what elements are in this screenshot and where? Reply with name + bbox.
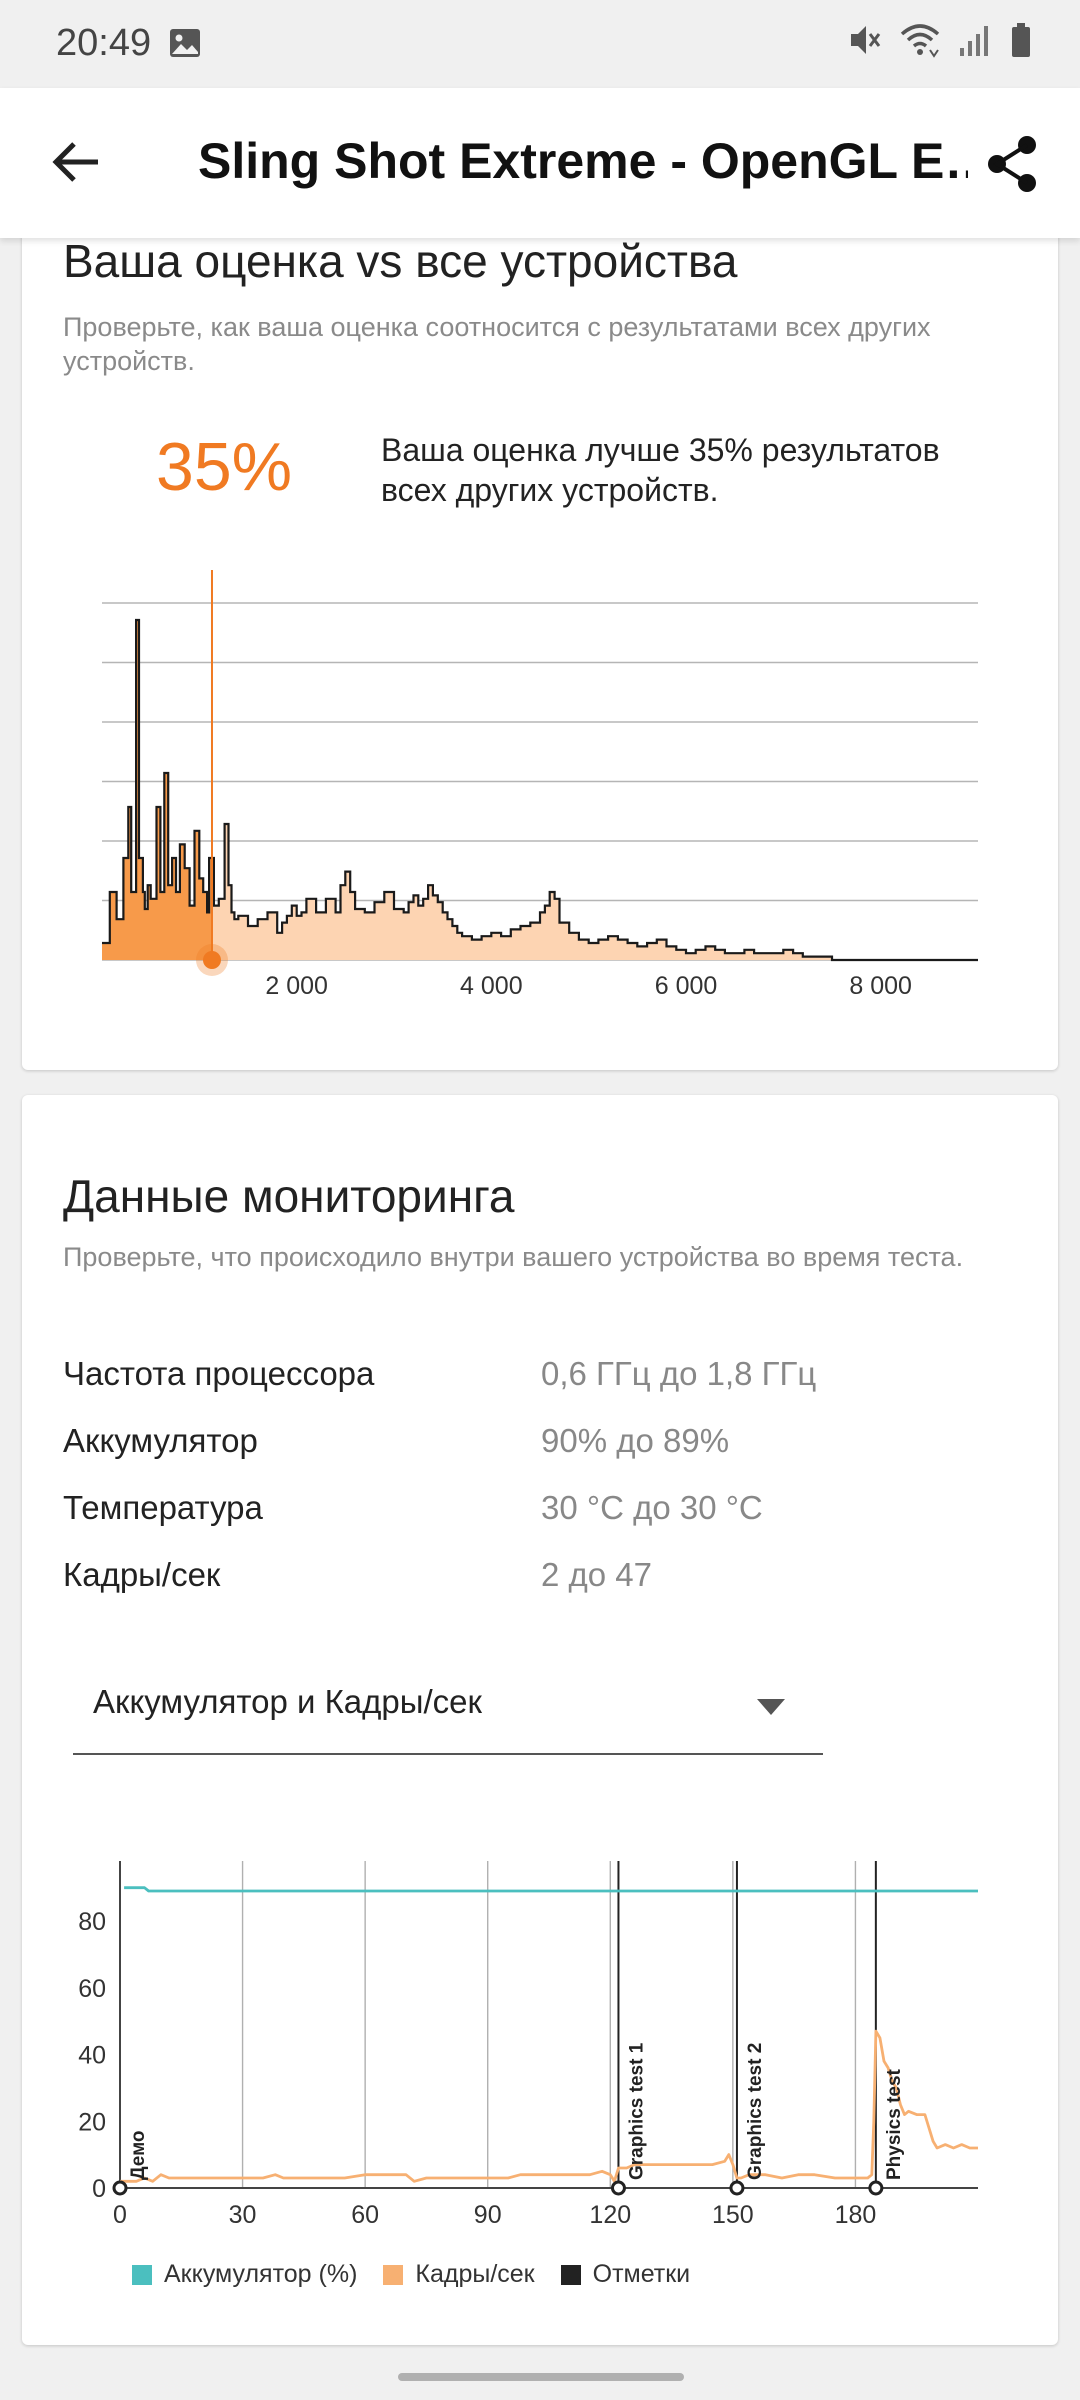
x-tick-label: 2 000 <box>265 972 328 1000</box>
monitor-row-temperature: Температура 30 °C до 30 °C <box>63 1489 1023 1539</box>
x-tick-label: 8 000 <box>849 972 912 1000</box>
x-tick-label: 0 <box>113 2201 127 2229</box>
back-button[interactable] <box>46 132 106 192</box>
status-bar: 20:49 <box>0 0 1080 88</box>
monitoring-chart: Демо Graphics test 1 Graphics test 2 Physic… <box>78 1861 978 2229</box>
battery-icon <box>1010 22 1032 63</box>
y-tick-label: 80 <box>78 1908 106 1936</box>
x-tick-label: 60 <box>351 2201 379 2229</box>
monitor-value: 0,6 ГГц до 1,8 ГГц <box>541 1355 817 1392</box>
percentile-value: 35% <box>156 429 293 505</box>
distribution-area-below-score <box>102 620 212 960</box>
mute-icon <box>848 22 882 63</box>
y-tick-label: 40 <box>78 2042 106 2070</box>
distribution-area-others <box>211 824 978 960</box>
monitor-label: Аккумулятор <box>63 1422 258 1459</box>
x-tick-label: 90 <box>474 2201 502 2229</box>
monitor-row-fps: Кадры/сек 2 до 47 <box>63 1556 1023 1606</box>
monitor-value: 90% до 89% <box>541 1422 730 1459</box>
page-title: Sling Shot Extreme - OpenGL E… <box>198 133 968 189</box>
x-tick-label: 30 <box>229 2201 257 2229</box>
y-tick-label: 20 <box>78 2108 106 2136</box>
share-icon <box>988 136 1036 192</box>
monitor-label: Температура <box>63 1489 263 1526</box>
status-time: 20:49 <box>56 22 152 64</box>
y-tick-label: 60 <box>78 1975 106 2003</box>
x-tick-label: 180 <box>835 2201 877 2229</box>
monitor-value: 2 до 47 <box>541 1556 653 1593</box>
legend-swatch <box>132 2264 152 2285</box>
monitoring-title: Данные мониторинга <box>63 1170 515 1222</box>
signal-icon <box>958 22 992 63</box>
monitor-label: Частота процессора <box>63 1355 375 1392</box>
wifi-icon <box>900 22 940 63</box>
chart-metric-dropdown[interactable]: Аккумулятор и Кадры/сек <box>73 1665 823 1755</box>
x-tick-label: 6 000 <box>655 972 718 1000</box>
monitor-row-battery: Аккумулятор 90% до 89% <box>63 1422 1023 1472</box>
score-marker-dot <box>202 951 221 969</box>
x-tick-label: 4 000 <box>460 972 523 1000</box>
score-comparison-card: Ваша оценка vs все устройства Проверьте,… <box>22 200 1058 1070</box>
app-bar: Sling Shot Extreme - OpenGL E… <box>0 88 1080 238</box>
monitoring-subtitle: Проверьте, что происходило внутри вашего… <box>63 1242 964 1272</box>
legend-swatch <box>560 2264 581 2285</box>
monitor-label: Кадры/сек <box>63 1556 221 1593</box>
test-marker-label: Physics test <box>884 2068 905 2180</box>
image-icon <box>168 26 202 65</box>
x-tick-label: 150 <box>712 2201 754 2229</box>
percentile-text: Ваша оценка лучше 35% результатов всех д… <box>381 432 940 508</box>
distribution-outline <box>102 618 978 962</box>
monitor-value: 30 °C до 30 °C <box>541 1489 763 1526</box>
monitor-row-cpu: Частота процессора 0,6 ГГц до 1,8 ГГц <box>63 1355 1023 1405</box>
test-marker-label: Graphics test 2 <box>745 2043 766 2180</box>
chart-legend: Аккумулятор (%) Кадры/сек Отметки <box>132 2260 700 2289</box>
battery-line <box>124 1886 978 1893</box>
legend-item-battery: Аккумулятор (%) <box>132 2260 357 2289</box>
status-icons <box>848 22 1032 63</box>
legend-label: Аккумулятор (%) <box>164 2260 358 2288</box>
legend-item-markers: Отметки <box>560 2260 691 2289</box>
x-tick-label: 120 <box>589 2201 631 2229</box>
test-marker-label: Демо <box>128 2131 149 2181</box>
score-card-subtitle: Проверьте, как ваша оценка соотносится с… <box>63 312 931 376</box>
dropdown-selected-value: Аккумулятор и Кадры/сек <box>93 1683 482 1720</box>
score-card-title: Ваша оценка vs все устройства <box>63 235 738 287</box>
test-marker-dot <box>610 2180 626 2196</box>
score-distribution-chart: 2 000 4 000 6 000 8 000 <box>102 570 978 1000</box>
test-marker-label: Graphics test 1 <box>626 2042 647 2180</box>
legend-swatch <box>383 2264 404 2285</box>
legend-label: Кадры/сек <box>415 2260 535 2288</box>
fps-line <box>120 2029 978 2183</box>
test-marker-dot <box>868 2180 884 2196</box>
caret-down-icon <box>757 1699 785 1720</box>
test-marker-dot <box>729 2180 745 2196</box>
legend-item-fps: Кадры/сек <box>383 2260 535 2289</box>
gesture-nav-bar[interactable] <box>398 2373 684 2381</box>
back-arrow-icon <box>52 142 98 182</box>
test-marker-dot <box>112 2180 128 2196</box>
share-button[interactable] <box>980 132 1044 196</box>
y-tick-label: 0 <box>92 2175 106 2203</box>
monitoring-card: Данные мониторинга Проверьте, что происх… <box>22 1095 1058 2345</box>
legend-label: Отметки <box>592 2260 691 2288</box>
